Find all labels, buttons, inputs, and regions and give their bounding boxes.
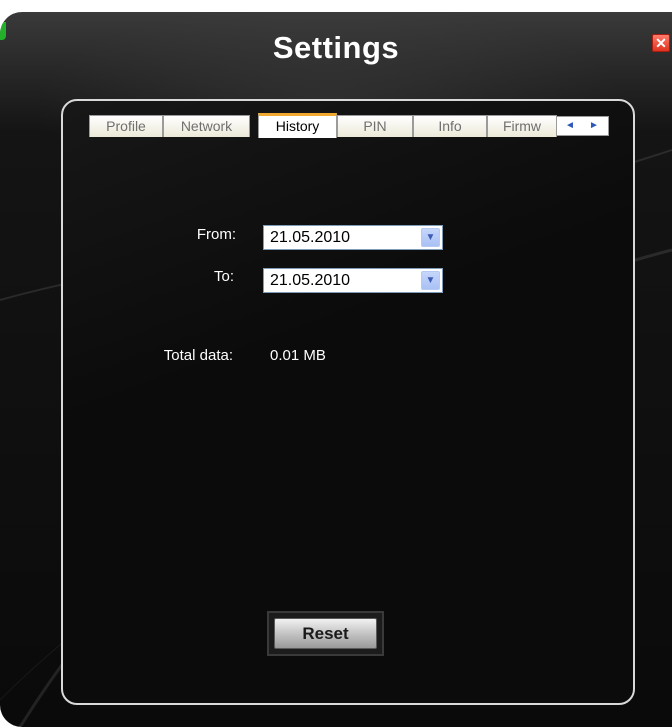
tab-scroll-control: ◄ ► — [556, 116, 609, 136]
total-data-value: 0.01 MB — [270, 347, 326, 364]
tab-info[interactable]: Info — [413, 115, 487, 137]
chevron-down-icon[interactable]: ▼ — [421, 228, 440, 247]
tab-strip: Profile Network History PIN Info Firmw — [89, 113, 611, 138]
to-date-select[interactable]: 21.05.2010 ▼ — [263, 268, 443, 293]
tab-history[interactable]: History — [258, 113, 337, 138]
tab-profile[interactable]: Profile — [89, 115, 163, 137]
from-date-select[interactable]: 21.05.2010 ▼ — [263, 225, 443, 250]
tab-pin[interactable]: PIN — [337, 115, 413, 137]
tab-firmware[interactable]: Firmw — [487, 115, 557, 137]
close-icon: ✕ — [655, 35, 667, 51]
window-title: Settings — [272, 30, 400, 65]
to-label: To: — [213, 268, 234, 285]
from-label: From: — [196, 226, 236, 243]
close-button[interactable]: ✕ — [652, 34, 670, 52]
total-data-label: Total data: — [163, 347, 233, 364]
tab-network[interactable]: Network — [163, 115, 250, 137]
tab-scroll-right-icon[interactable]: ► — [583, 117, 605, 135]
to-date-value: 21.05.2010 — [270, 272, 351, 289]
reset-button[interactable]: Reset — [274, 618, 377, 649]
from-date-value: 21.05.2010 — [270, 229, 351, 246]
reset-button-frame: Reset — [267, 611, 384, 656]
tab-scroll-left-icon[interactable]: ◄ — [559, 117, 581, 135]
chevron-down-icon[interactable]: ▼ — [421, 271, 440, 290]
